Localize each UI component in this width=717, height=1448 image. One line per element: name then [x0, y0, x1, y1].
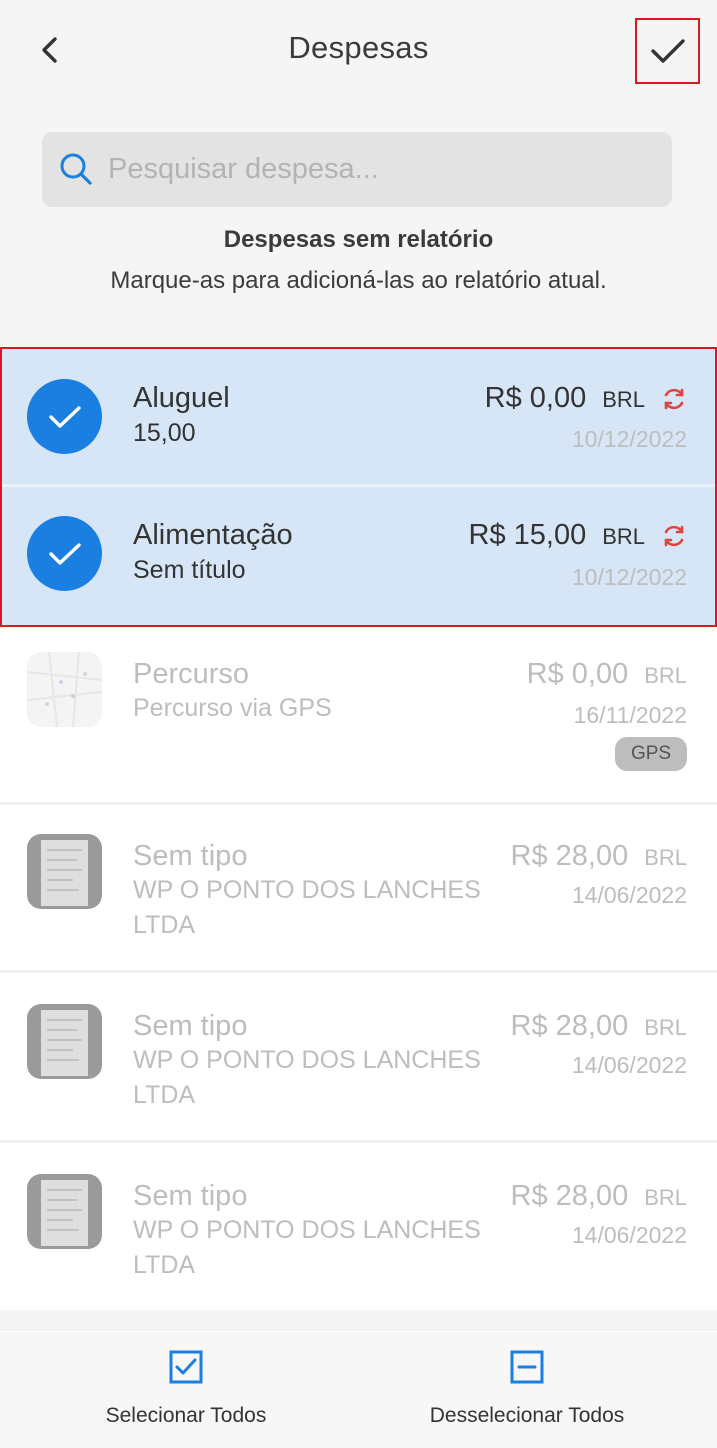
- expense-name: Sem tipo: [133, 1180, 248, 1212]
- amount-line: R$ 0,00 BRL: [527, 658, 687, 691]
- expense-amount: R$ 28,00: [510, 840, 629, 872]
- expense-date: 14/06/2022: [571, 1222, 687, 1248]
- amount-line: R$ 28,00 BRL: [511, 840, 688, 873]
- expense-subtitle: Percurso via GPS: [133, 694, 332, 722]
- receipt-thumbnail: [27, 1004, 102, 1079]
- amount-line: R$ 28,00 BRL: [511, 1010, 688, 1043]
- header: Despesas: [0, 0, 717, 100]
- expense-date: 14/06/2022: [571, 1052, 687, 1078]
- select-all-label: Selecionar Todos: [105, 1404, 267, 1427]
- checkbox-minus-icon: [510, 1350, 544, 1384]
- check-icon: [650, 39, 685, 63]
- receipt-thumbnail: [27, 1174, 102, 1249]
- gps-badge: GPS: [615, 737, 687, 771]
- expense-row[interactable]: Sem tipo WP O PONTO DOS LANCHES LTDA R$ …: [0, 973, 717, 1140]
- select-all-button[interactable]: Selecionar Todos: [86, 1330, 286, 1448]
- section-title: Despesas sem relatório: [223, 226, 494, 253]
- checkbox-checked-icon: [169, 1350, 203, 1384]
- expense-date: 14/06/2022: [571, 882, 687, 908]
- deselect-all-button[interactable]: Desselecionar Todos: [407, 1330, 647, 1448]
- expense-currency: BRL: [644, 1185, 687, 1210]
- page-title: Despesas: [288, 30, 429, 65]
- section-subtitle: Marque-as para adicioná-las ao relatório…: [110, 267, 607, 294]
- expense-row[interactable]: Sem tipo WP O PONTO DOS LANCHES LTDA R$ …: [0, 1143, 717, 1310]
- expense-amount: R$ 28,00: [510, 1180, 629, 1212]
- expense-name: Sem tipo: [133, 840, 248, 872]
- selected-highlight: [0, 347, 717, 627]
- map-thumbnail: [27, 652, 102, 727]
- expense-subtitle: WP O PONTO DOS LANCHES LTDA: [133, 876, 481, 939]
- expense-row[interactable]: Percurso Percurso via GPS R$ 0,00 BRL 16…: [0, 627, 717, 802]
- confirm-button[interactable]: [635, 18, 700, 84]
- expense-name: Sem tipo: [133, 1010, 248, 1042]
- search-bar: [42, 132, 672, 207]
- expense-currency: BRL: [644, 845, 687, 870]
- expense-currency: BRL: [644, 1015, 687, 1040]
- receipt-thumbnail: [27, 834, 102, 909]
- search-input[interactable]: [108, 132, 658, 207]
- search-icon: [60, 153, 92, 185]
- expense-row[interactable]: Sem tipo WP O PONTO DOS LANCHES LTDA R$ …: [0, 805, 717, 970]
- expense-subtitle: WP O PONTO DOS LANCHES LTDA: [133, 1046, 481, 1109]
- expense-amount: R$ 0,00: [526, 658, 629, 690]
- expense-name: Percurso: [133, 658, 250, 690]
- expense-amount: R$ 28,00: [510, 1010, 629, 1042]
- deselect-all-label: Desselecionar Todos: [429, 1404, 625, 1427]
- expense-date: 16/11/2022: [573, 702, 687, 728]
- expense-subtitle: WP O PONTO DOS LANCHES LTDA: [133, 1216, 481, 1279]
- amount-line: R$ 28,00 BRL: [511, 1180, 688, 1213]
- expense-currency: BRL: [644, 663, 687, 688]
- bottom-action-bar: Selecionar Todos Desselecionar Todos: [0, 1329, 717, 1448]
